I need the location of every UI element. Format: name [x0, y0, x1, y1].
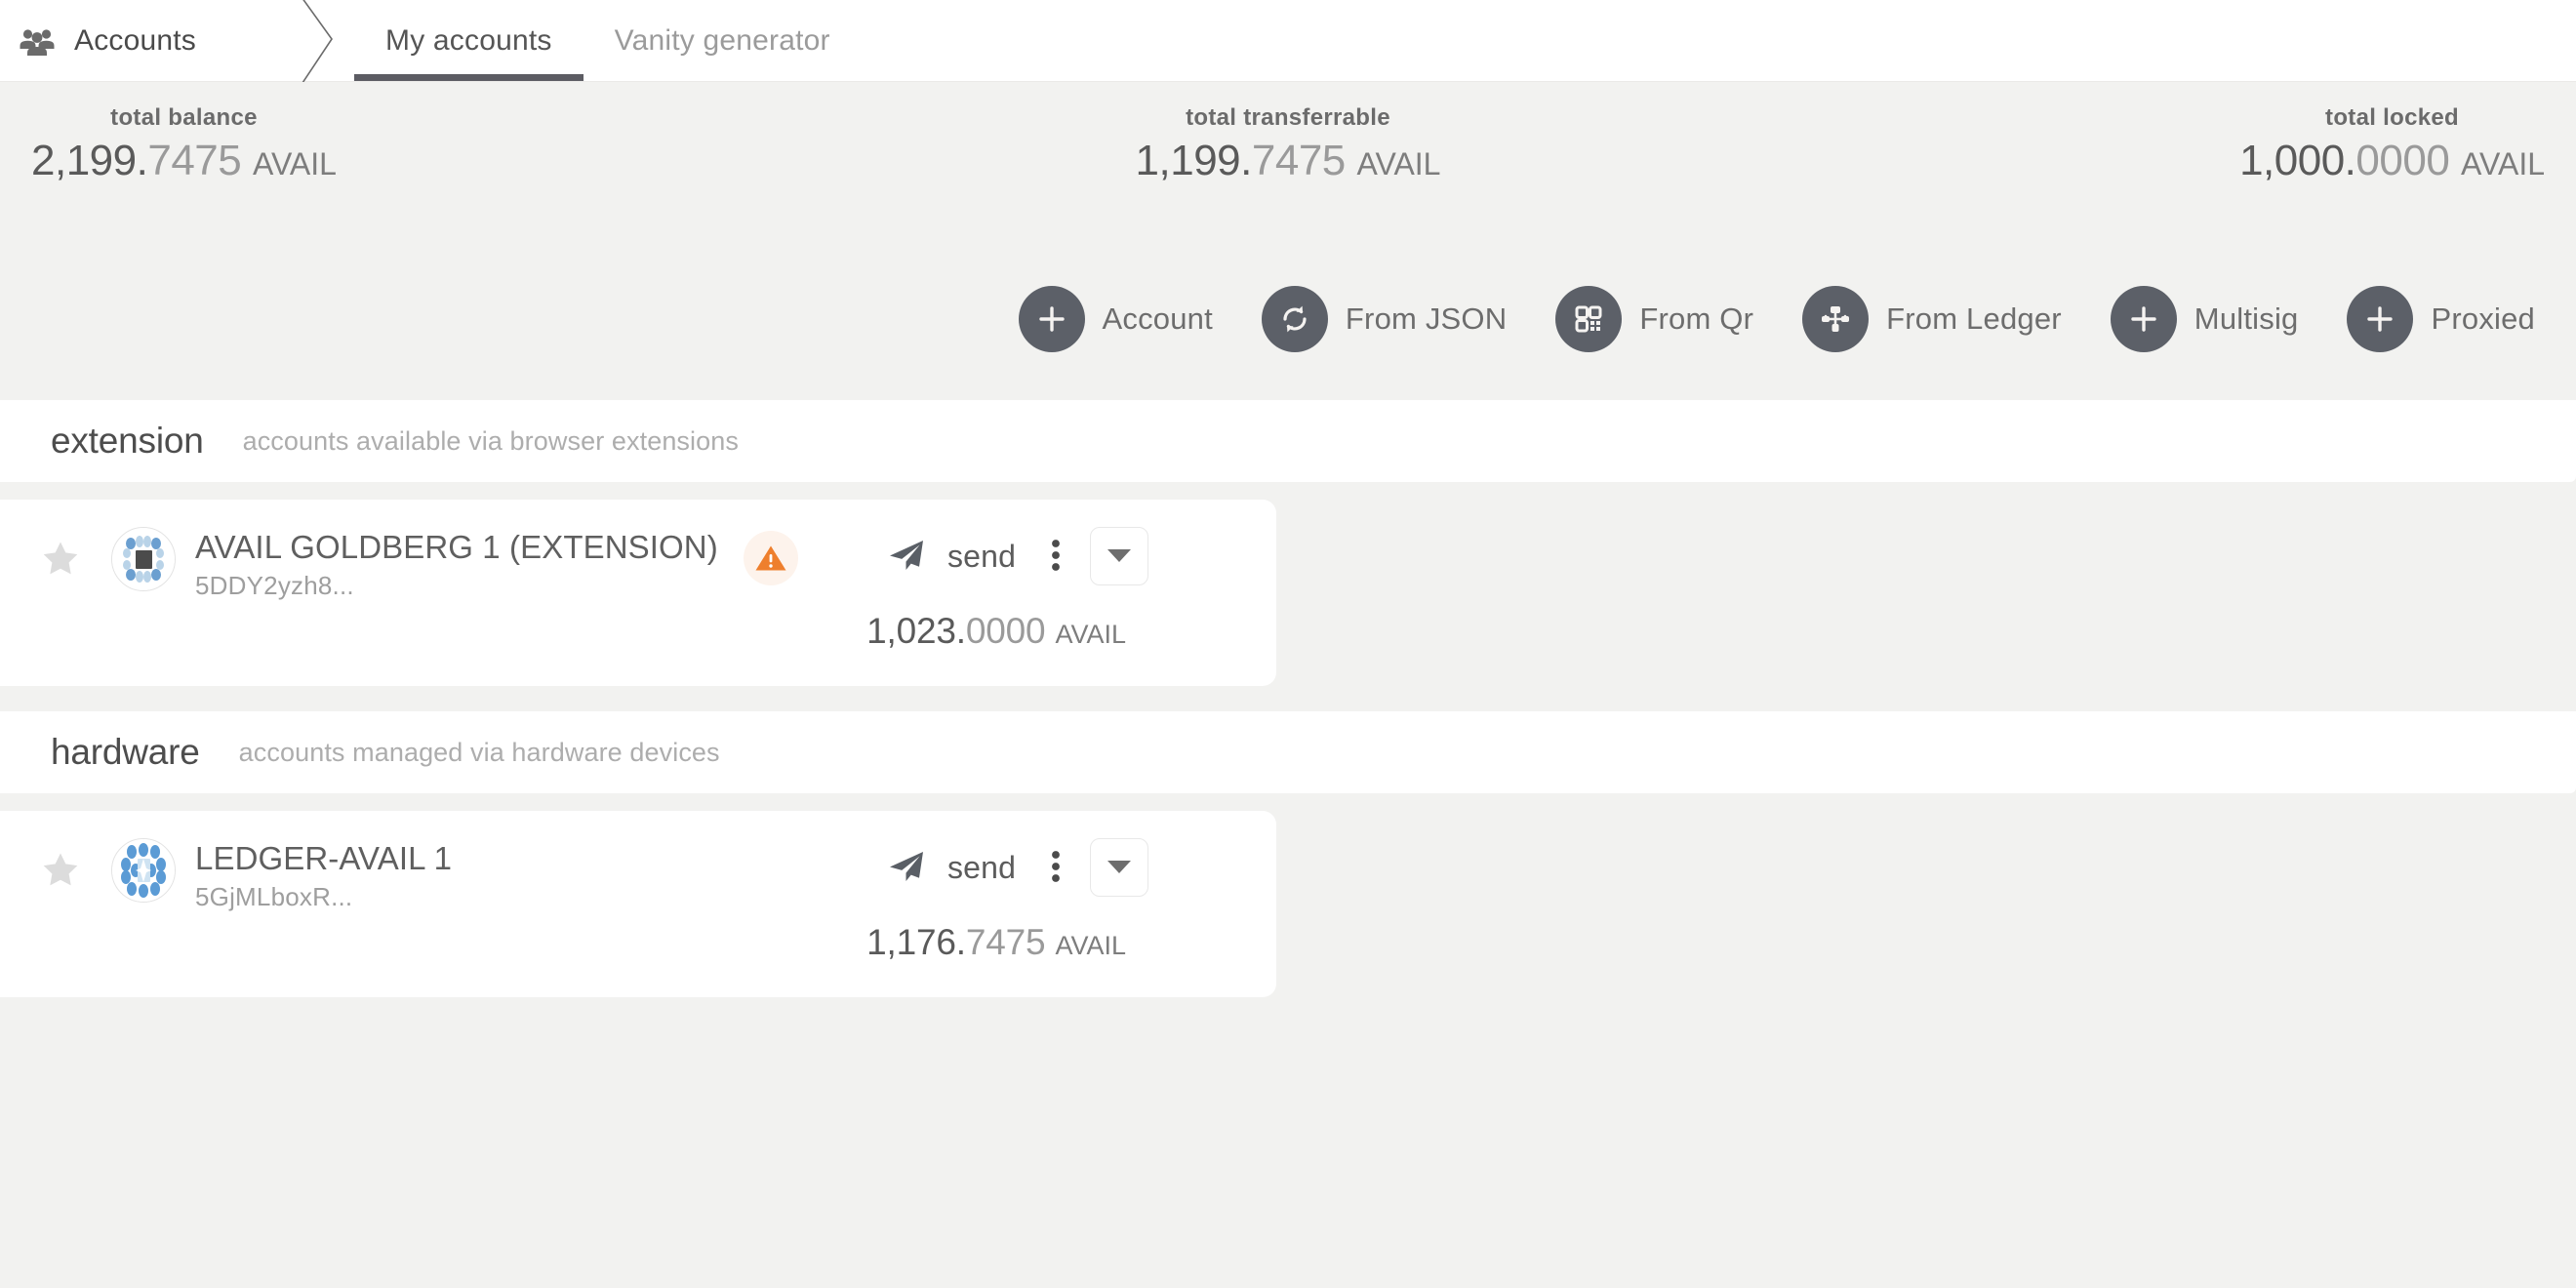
- section-hardware-title: hardware: [51, 732, 200, 772]
- send-label: send: [946, 849, 1017, 885]
- sitemap-icon: [1802, 286, 1870, 352]
- from-json-button[interactable]: From JSON: [1261, 286, 1508, 352]
- breadcrumb-label: Accounts: [74, 23, 196, 57]
- account-row-hardware: LEDGER-AVAIL 1 5GjMLboxR... send 1,176.7…: [0, 811, 1276, 997]
- amount-decimal: 7475: [965, 922, 1046, 962]
- tab-bar: My accounts Vanity generator: [354, 0, 862, 81]
- summary-total-balance-value: 2,199.7475 AVAIL: [31, 133, 337, 192]
- section-extension: extension accounts available via browser…: [0, 400, 2576, 686]
- amount-unit: AVAIL: [1055, 620, 1126, 649]
- summary-total-transferrable: total transferrable 1,199.7475 AVAIL: [859, 103, 1717, 192]
- amount-unit: AVAIL: [1356, 146, 1441, 181]
- amount-decimal: 0000: [965, 611, 1046, 651]
- section-extension-description: accounts available via browser extension…: [242, 425, 739, 456]
- tab-my-accounts-label: My accounts: [385, 23, 552, 57]
- amount-decimal: 7475: [1251, 137, 1346, 184]
- account-expand-button[interactable]: [1090, 838, 1149, 897]
- plus-icon: [2110, 286, 2177, 352]
- app-header: Accounts My accounts Vanity generator: [0, 0, 2576, 93]
- account-expand-button[interactable]: [1090, 527, 1149, 585]
- amount-integer: 1,176.: [866, 922, 966, 962]
- section-extension-header: extension accounts available via browser…: [0, 400, 2576, 482]
- add-multisig-button[interactable]: Multisig: [2110, 286, 2299, 352]
- breadcrumb[interactable]: Accounts: [0, 0, 310, 81]
- send-button[interactable]: send: [877, 532, 1026, 582]
- account-menu-button[interactable]: [1026, 528, 1086, 585]
- warning-badge[interactable]: [743, 531, 798, 585]
- chevron-down-icon: [1107, 858, 1132, 878]
- amount-unit: AVAIL: [252, 146, 337, 181]
- balance-summary: total balance 2,199.7475 AVAIL total tra…: [0, 82, 2576, 189]
- summary-total-locked-label: total locked: [2325, 104, 2460, 131]
- summary-total-locked: total locked 1,000.0000 AVAIL: [1717, 103, 2576, 192]
- from-ledger-label: From Ledger: [1886, 302, 2062, 336]
- qr-code-icon: [1555, 286, 1623, 352]
- send-button[interactable]: send: [877, 843, 1026, 893]
- summary-total-transferrable-label: total transferrable: [1186, 104, 1390, 131]
- account-identicon: [111, 838, 176, 903]
- accounts-page: Accounts My accounts Vanity generator to…: [0, 0, 2576, 1288]
- amount-decimal: 0000: [2355, 137, 2450, 184]
- amount-unit: AVAIL: [2461, 146, 2545, 181]
- plus-icon: [1018, 286, 1085, 352]
- from-ledger-button[interactable]: From Ledger: [1802, 286, 2062, 352]
- summary-total-balance-label: total balance: [110, 104, 258, 131]
- account-name: LEDGER-AVAIL 1: [195, 840, 453, 876]
- plus-icon: [2347, 286, 2414, 352]
- tab-vanity-generator-label: Vanity generator: [614, 23, 830, 57]
- add-account-label: Account: [1102, 302, 1213, 336]
- section-extension-title: extension: [51, 421, 204, 461]
- account-actions-toolbar: Account From JSON From Qr From Ledger Mu…: [0, 189, 2576, 375]
- paper-plane-icon: [887, 536, 926, 578]
- sync-icon: [1261, 286, 1328, 352]
- account-menu-button[interactable]: [1026, 839, 1086, 897]
- account-address: 5GjMLboxR...: [195, 882, 353, 911]
- section-hardware-description: accounts managed via hardware devices: [238, 737, 720, 767]
- amount-integer: 1,023.: [866, 611, 966, 651]
- add-proxied-button[interactable]: Proxied: [2347, 286, 2535, 352]
- summary-total-transferrable-value: 1,199.7475 AVAIL: [1136, 133, 1441, 192]
- summary-total-balance: total balance 2,199.7475 AVAIL: [0, 103, 859, 192]
- amount-integer: 1,199.: [1135, 137, 1253, 184]
- amount-decimal: 7475: [147, 137, 242, 184]
- tab-vanity-generator[interactable]: Vanity generator: [584, 0, 862, 81]
- favorite-star-icon[interactable]: [41, 850, 80, 894]
- add-multisig-label: Multisig: [2194, 302, 2299, 336]
- amount-unit: AVAIL: [1055, 931, 1126, 960]
- account-balance: 1,176.7475 AVAIL: [866, 920, 1126, 968]
- from-json-label: From JSON: [1345, 302, 1508, 336]
- section-hardware: hardware accounts managed via hardware d…: [0, 711, 2576, 997]
- tab-my-accounts[interactable]: My accounts: [354, 0, 584, 81]
- more-vertical-icon: [1051, 536, 1061, 578]
- summary-total-locked-value: 1,000.0000 AVAIL: [2239, 133, 2545, 192]
- account-address: 5DDY2yzh8...: [195, 571, 354, 600]
- account-balance: 1,023.0000 AVAIL: [866, 609, 1126, 657]
- send-label: send: [946, 538, 1017, 574]
- amount-integer: 2,199.: [31, 137, 148, 184]
- add-proxied-label: Proxied: [2431, 302, 2535, 336]
- paper-plane-icon: [887, 847, 926, 889]
- add-account-button[interactable]: Account: [1018, 286, 1213, 352]
- favorite-star-icon[interactable]: [41, 539, 80, 583]
- account-name: AVAIL GOLDBERG 1 (EXTENSION): [195, 529, 718, 565]
- from-qr-button[interactable]: From Qr: [1555, 286, 1753, 352]
- amount-integer: 1,000.: [2239, 137, 2356, 184]
- from-qr-label: From Qr: [1639, 302, 1754, 336]
- account-identicon: [111, 527, 176, 591]
- more-vertical-icon: [1051, 847, 1061, 889]
- chevron-down-icon: [1107, 546, 1132, 567]
- users-group-icon: [18, 21, 57, 60]
- account-row-extension: AVAIL GOLDBERG 1 (EXTENSION) 5DDY2yzh8..…: [0, 500, 1276, 686]
- section-hardware-header: hardware accounts managed via hardware d…: [0, 711, 2576, 793]
